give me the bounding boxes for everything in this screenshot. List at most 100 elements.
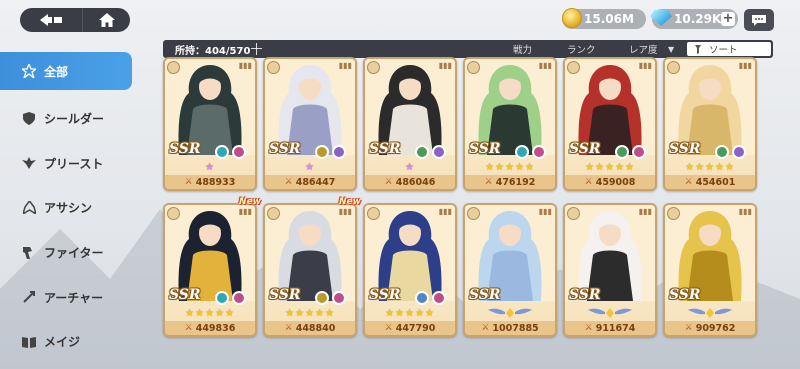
element-icon — [515, 145, 529, 159]
sort-direction-icon[interactable]: ▼ — [668, 45, 674, 54]
home-icon — [98, 13, 115, 27]
chat-button[interactable] — [744, 9, 774, 31]
level-indicator: ▮▮▮ — [238, 61, 252, 70]
sidebar-item-fighter[interactable]: ファイター — [0, 230, 132, 275]
rarity-label: SSR — [469, 287, 501, 303]
element-icon — [732, 145, 746, 159]
sidebar-item-label: プリースト — [44, 156, 104, 171]
swords-icon: ⚔ — [684, 177, 693, 187]
element-icon — [432, 291, 446, 305]
rarity-label: SSR — [269, 287, 301, 303]
character-card[interactable]: ▮▮▮ SSR ★ ⚔ 486447 — [263, 57, 357, 191]
fighter-icon — [22, 245, 36, 259]
level-indicator: ▮▮▮ — [338, 207, 352, 216]
element-icon — [315, 291, 329, 305]
sort-button-label: ソート — [709, 45, 738, 56]
gold-amount: 15.06M — [584, 12, 634, 26]
sidebar-item-archer[interactable]: アーチャー — [0, 275, 132, 320]
star-rating: ★★★★★ — [585, 162, 635, 173]
sidebar-item-label: シールダー — [44, 111, 105, 126]
element-icon — [332, 291, 346, 305]
sort-button[interactable]: ソート — [687, 42, 771, 56]
power-value: 454601 — [695, 176, 736, 188]
sidebar-item-label: メイジ — [44, 335, 81, 350]
role-badge-icon — [167, 207, 180, 220]
power-bar: ⚔ 454601 — [665, 175, 755, 189]
awakening-wings-icon — [665, 306, 755, 321]
gem-currency[interactable]: 10.29K + — [650, 9, 738, 29]
swords-icon: ⚔ — [484, 177, 493, 187]
owned-count: 所持：404/570 — [163, 42, 263, 57]
swords-icon: ⚔ — [184, 177, 193, 187]
level-indicator: ▮▮▮ — [538, 207, 552, 216]
sidebar-item-shield[interactable]: シールダー — [0, 96, 132, 141]
character-card[interactable]: ▮▮▮ SSR ★★★★★ ⚔ 476192 — [463, 57, 557, 191]
add-gems-button[interactable]: + — [721, 12, 735, 26]
element-icon — [232, 291, 246, 305]
level-indicator: ▮▮▮ — [238, 207, 252, 216]
power-value: 488933 — [195, 176, 236, 188]
rarity-label: SSR — [369, 287, 401, 303]
swords-icon: ⚔ — [481, 323, 490, 333]
role-badge-icon — [167, 61, 180, 74]
character-card[interactable]: ▮▮▮ SSR ★★★★★ ⚔ 448840 New — [263, 197, 361, 337]
power-bar: ⚔ 449836 — [165, 321, 255, 335]
home-button[interactable] — [82, 8, 130, 32]
character-card[interactable]: ▮▮▮ SSR ★★★★★ ⚔ 454601 — [663, 57, 757, 191]
sort-rank[interactable]: ランク — [567, 42, 596, 56]
character-card[interactable]: ▮▮▮ SSR ⚔ 909762 — [663, 203, 757, 337]
power-bar: ⚔ 1007885 — [465, 321, 555, 335]
star-rating: ★ — [205, 162, 215, 173]
sort-power[interactable]: 戦力 — [513, 42, 532, 56]
sidebar-item-mage[interactable]: メイジ — [0, 319, 132, 364]
power-bar: ⚔ 488933 — [165, 175, 255, 189]
character-card[interactable]: ▮▮▮ SSR ★★★★★ ⚔ 447790 — [363, 203, 457, 337]
power-value: 448840 — [295, 322, 336, 334]
element-icon — [615, 145, 629, 159]
level-indicator: ▮▮▮ — [738, 61, 752, 70]
gold-currency[interactable]: 15.06M — [562, 8, 646, 29]
level-indicator: ▮▮▮ — [638, 61, 652, 70]
sidebar-item-label: アサシン — [44, 201, 93, 216]
sidebar-item-label: アーチャー — [44, 290, 104, 305]
swords-icon: ⚔ — [184, 323, 193, 333]
filter-bar: 所持：404/570 戦力 ランク レア度 ▼ ソート — [163, 40, 773, 58]
element-icon — [332, 145, 346, 159]
rarity-label: SSR — [169, 141, 201, 157]
sidebar-item-priest[interactable]: プリースト — [0, 141, 132, 186]
power-value: 459008 — [595, 176, 636, 188]
swords-icon: ⚔ — [584, 323, 593, 333]
sidebar-item-label: ファイター — [44, 245, 104, 260]
star-rating: ★★★★★ — [485, 162, 535, 173]
swords-icon: ⚔ — [384, 323, 393, 333]
shield-icon — [22, 111, 36, 125]
rarity-label: SSR — [269, 141, 301, 157]
element-icon — [315, 145, 329, 159]
rarity-label: SSR — [369, 141, 401, 157]
role-badge-icon — [367, 207, 380, 220]
sidebar-item-assassin[interactable]: アサシン — [0, 185, 132, 230]
star-rating: ★★★★★ — [685, 162, 735, 173]
level-indicator: ▮▮▮ — [338, 61, 352, 70]
element-icon — [232, 145, 246, 159]
gem-amount: 10.29K — [674, 12, 722, 26]
character-card[interactable]: ▮▮▮ SSR ★★★★★ ⚔ 459008 — [563, 57, 657, 191]
power-bar: ⚔ 486046 — [365, 175, 455, 189]
rarity-label: SSR — [669, 287, 701, 303]
owned-toggle-icon[interactable] — [251, 43, 263, 55]
character-card[interactable]: ▮▮▮ SSR ★ ⚔ 486046 — [363, 57, 457, 191]
role-badge-icon — [267, 207, 280, 220]
back-button[interactable] — [20, 8, 82, 32]
sort-rarity[interactable]: レア度 — [629, 42, 658, 56]
character-card[interactable]: ▮▮▮ SSR ★ ⚔ 488933 — [163, 57, 257, 191]
level-indicator: ▮▮▮ — [638, 207, 652, 216]
power-value: 449836 — [195, 322, 236, 334]
swords-icon: ⚔ — [284, 323, 293, 333]
sidebar-item-all[interactable]: 全部 — [0, 52, 132, 90]
star-rating: ★ — [305, 162, 315, 173]
character-card[interactable]: ▮▮▮ SSR ⚔ 911674 — [563, 203, 657, 337]
rarity-label: SSR — [569, 287, 601, 303]
character-card[interactable]: ▮▮▮ SSR ⚔ 1007885 — [463, 203, 557, 337]
role-badge-icon — [467, 207, 480, 220]
character-card[interactable]: ▮▮▮ SSR ★★★★★ ⚔ 449836 New — [163, 197, 261, 337]
